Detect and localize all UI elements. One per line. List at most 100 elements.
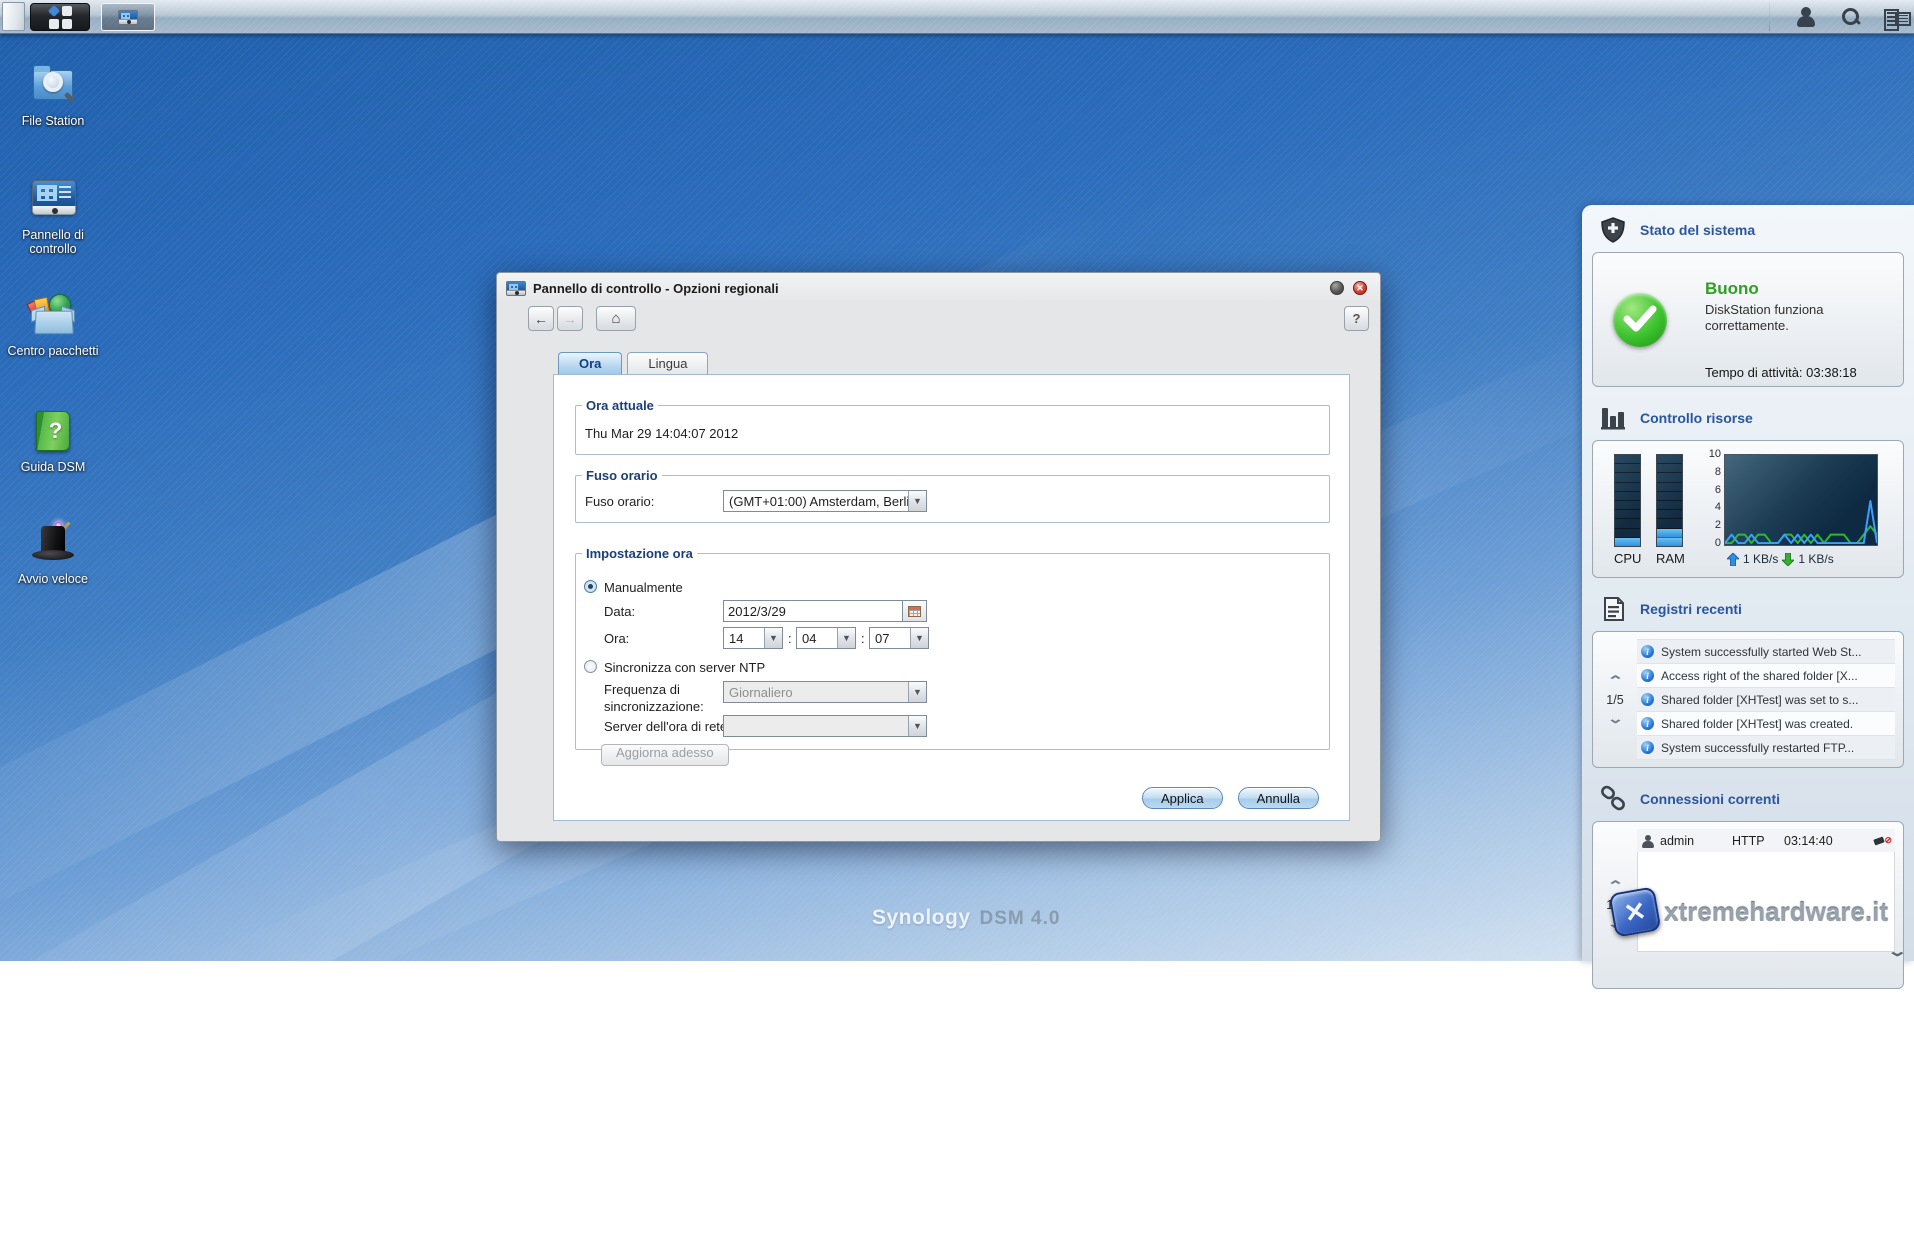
info-icon: i [1641, 645, 1654, 658]
page-indicator: 1/5 [1606, 693, 1623, 707]
page-up-icon[interactable]: ⌃ [1606, 882, 1623, 890]
connections-pager: ⌃ 1/1 ⌄ [1593, 822, 1637, 988]
network-graph-yticks: 1086420 [1699, 449, 1721, 549]
shield-icon [1599, 216, 1627, 244]
desktop-icon-file-station[interactable]: File Station [0, 62, 106, 128]
log-list-item[interactable]: i Shared folder [XHTest] was created. [1637, 712, 1895, 735]
dialog-title: Pannello di controllo - Opzioni regional… [533, 281, 779, 296]
minute-value: 04 [802, 631, 816, 646]
connection-protocol: HTTP [1732, 834, 1784, 848]
chevron-down-icon: ▼ [908, 716, 926, 736]
log-message: Shared folder [XHTest] was created. [1661, 717, 1853, 731]
date-picker-button[interactable] [903, 600, 927, 622]
desktop-icon-label: File Station [0, 114, 106, 128]
second-select[interactable]: 07 ▼ [869, 627, 929, 649]
network-graph [1724, 454, 1878, 546]
recent-logs-panel: ⌃ 1/5 ⌄ i System successfully started We… [1592, 631, 1904, 768]
user-account-icon[interactable] [1794, 5, 1818, 29]
forward-icon: → [563, 311, 577, 327]
minimize-button[interactable] [1330, 281, 1344, 295]
log-list-item[interactable]: i System successfully restarted FTP... [1637, 735, 1895, 760]
desktop-icon-dsm-help[interactable]: ? Guida DSM [0, 408, 106, 474]
close-button[interactable]: ✕ [1353, 281, 1367, 295]
sidebar-collapse-icon[interactable]: ⌄ [1887, 944, 1908, 959]
dsm-help-icon: ? [27, 408, 79, 454]
section-title: Registri recenti [1640, 601, 1742, 617]
desktop-icon-control-panel[interactable]: Pannello di controllo [0, 176, 106, 257]
ram-gauge [1656, 454, 1683, 547]
tab-content-panel: Ora attuale Thu Mar 29 14:04:07 2012 Fus… [553, 374, 1350, 821]
control-panel-icon [506, 281, 526, 296]
date-input[interactable]: 2012/3/29 [723, 600, 903, 622]
cpu-label: CPU [1614, 551, 1641, 566]
time-setting-group: Impostazione ora Manualmente Data: 2012/… [575, 553, 1330, 750]
cpu-gauge [1614, 454, 1641, 547]
cancel-button[interactable]: Annulla [1238, 787, 1319, 809]
hour-select[interactable]: 14 ▼ [723, 627, 783, 649]
system-status-panel: Buono DiskStation funziona correttamente… [1592, 252, 1904, 387]
system-status-header: Stato del sistema [1582, 205, 1914, 250]
ram-label: RAM [1656, 551, 1683, 566]
section-title: Controllo risorse [1640, 410, 1753, 426]
pilot-view-icon[interactable] [1882, 5, 1906, 29]
log-message: System successfully started Web St... [1661, 645, 1862, 659]
main-menu-button[interactable] [30, 3, 90, 31]
manual-radio[interactable] [584, 580, 597, 593]
home-button[interactable]: ⌂ [596, 306, 636, 331]
section-title: Stato del sistema [1640, 222, 1755, 238]
back-button[interactable]: ← [528, 306, 554, 331]
tab-lingua[interactable]: Lingua [627, 352, 708, 375]
log-list-item[interactable]: i System successfully started Web St... [1637, 639, 1895, 664]
ytick-label: 4 [1699, 502, 1721, 513]
apply-button[interactable]: Applica [1142, 787, 1223, 809]
update-now-button: Aggiorna adesso [601, 744, 729, 766]
log-message: System successfully restarted FTP... [1661, 741, 1854, 755]
connection-time: 03:14:40 [1784, 834, 1873, 848]
timezone-group: Fuso orario Fuso orario: (GMT+01:00) Ams… [575, 475, 1330, 523]
timezone-select[interactable]: (GMT+01:00) Amsterdam, Berlin, Rome, Sto… [723, 490, 927, 512]
upload-rate: 1 KB/s [1743, 552, 1778, 566]
desktop-icon-quick-start[interactable]: Avvio veloce [0, 520, 106, 586]
control-panel-icon [118, 10, 138, 25]
page-up-icon[interactable]: ⌃ [1606, 677, 1623, 685]
main-menu-icon [49, 6, 72, 29]
ntp-radio-label[interactable]: Sincronizza con server NTP [604, 660, 765, 675]
ytick-label: 0 [1699, 538, 1721, 549]
forward-button[interactable]: → [557, 306, 583, 331]
taskbar-item-control-panel[interactable] [101, 3, 155, 31]
ytick-label: 10 [1699, 449, 1721, 460]
desktop-icon-label: Pannello di controllo [0, 228, 106, 257]
sync-frequency-label: Frequenza di sincronizzazione: [604, 682, 719, 716]
minute-select[interactable]: 04 ▼ [796, 627, 856, 649]
tab-ora[interactable]: Ora [558, 352, 622, 375]
time-label: Ora: [604, 631, 629, 646]
connection-row[interactable]: admin HTTP 03:14:40 [1637, 829, 1895, 852]
disconnect-icon[interactable] [1873, 834, 1891, 848]
log-list-item[interactable]: i Access right of the shared folder [X..… [1637, 664, 1895, 687]
show-desktop-button[interactable] [2, 2, 25, 31]
ntp-radio[interactable] [584, 660, 597, 673]
chevron-down-icon: ▼ [908, 491, 926, 511]
manual-radio-label[interactable]: Manualmente [604, 580, 683, 595]
desktop-icon-package-center[interactable]: Centro pacchetti [0, 292, 106, 358]
date-label: Data: [604, 604, 635, 619]
upload-arrow-icon [1727, 553, 1739, 566]
resource-monitor-header: Controllo risorse [1582, 393, 1914, 438]
ntp-server-select: ▼ [723, 715, 927, 737]
page-down-icon[interactable]: ⌄ [1606, 715, 1623, 723]
second-value: 07 [875, 631, 889, 646]
control-panel-dialog: Pannello di controllo - Opzioni regional… [496, 272, 1381, 842]
hour-value: 14 [729, 631, 743, 646]
sync-frequency-value: Giornaliero [729, 685, 793, 700]
connections-panel: ⌃ 1/1 ⌄ admin HTTP 03:14:40 [1592, 821, 1904, 989]
group-legend: Fuso orario [582, 468, 662, 483]
dialog-titlebar[interactable]: Pannello di controllo - Opzioni regional… [497, 273, 1380, 303]
ytick-label: 6 [1699, 485, 1721, 496]
log-list-item[interactable]: i Shared folder [XHTest] was set to s... [1637, 687, 1895, 712]
chevron-down-icon: ▼ [764, 628, 782, 648]
taskbar [0, 0, 1914, 34]
help-button[interactable]: ? [1344, 306, 1369, 331]
file-station-icon [27, 62, 79, 108]
search-icon[interactable] [1838, 5, 1862, 29]
page-down-icon[interactable]: ⌄ [1606, 920, 1623, 928]
